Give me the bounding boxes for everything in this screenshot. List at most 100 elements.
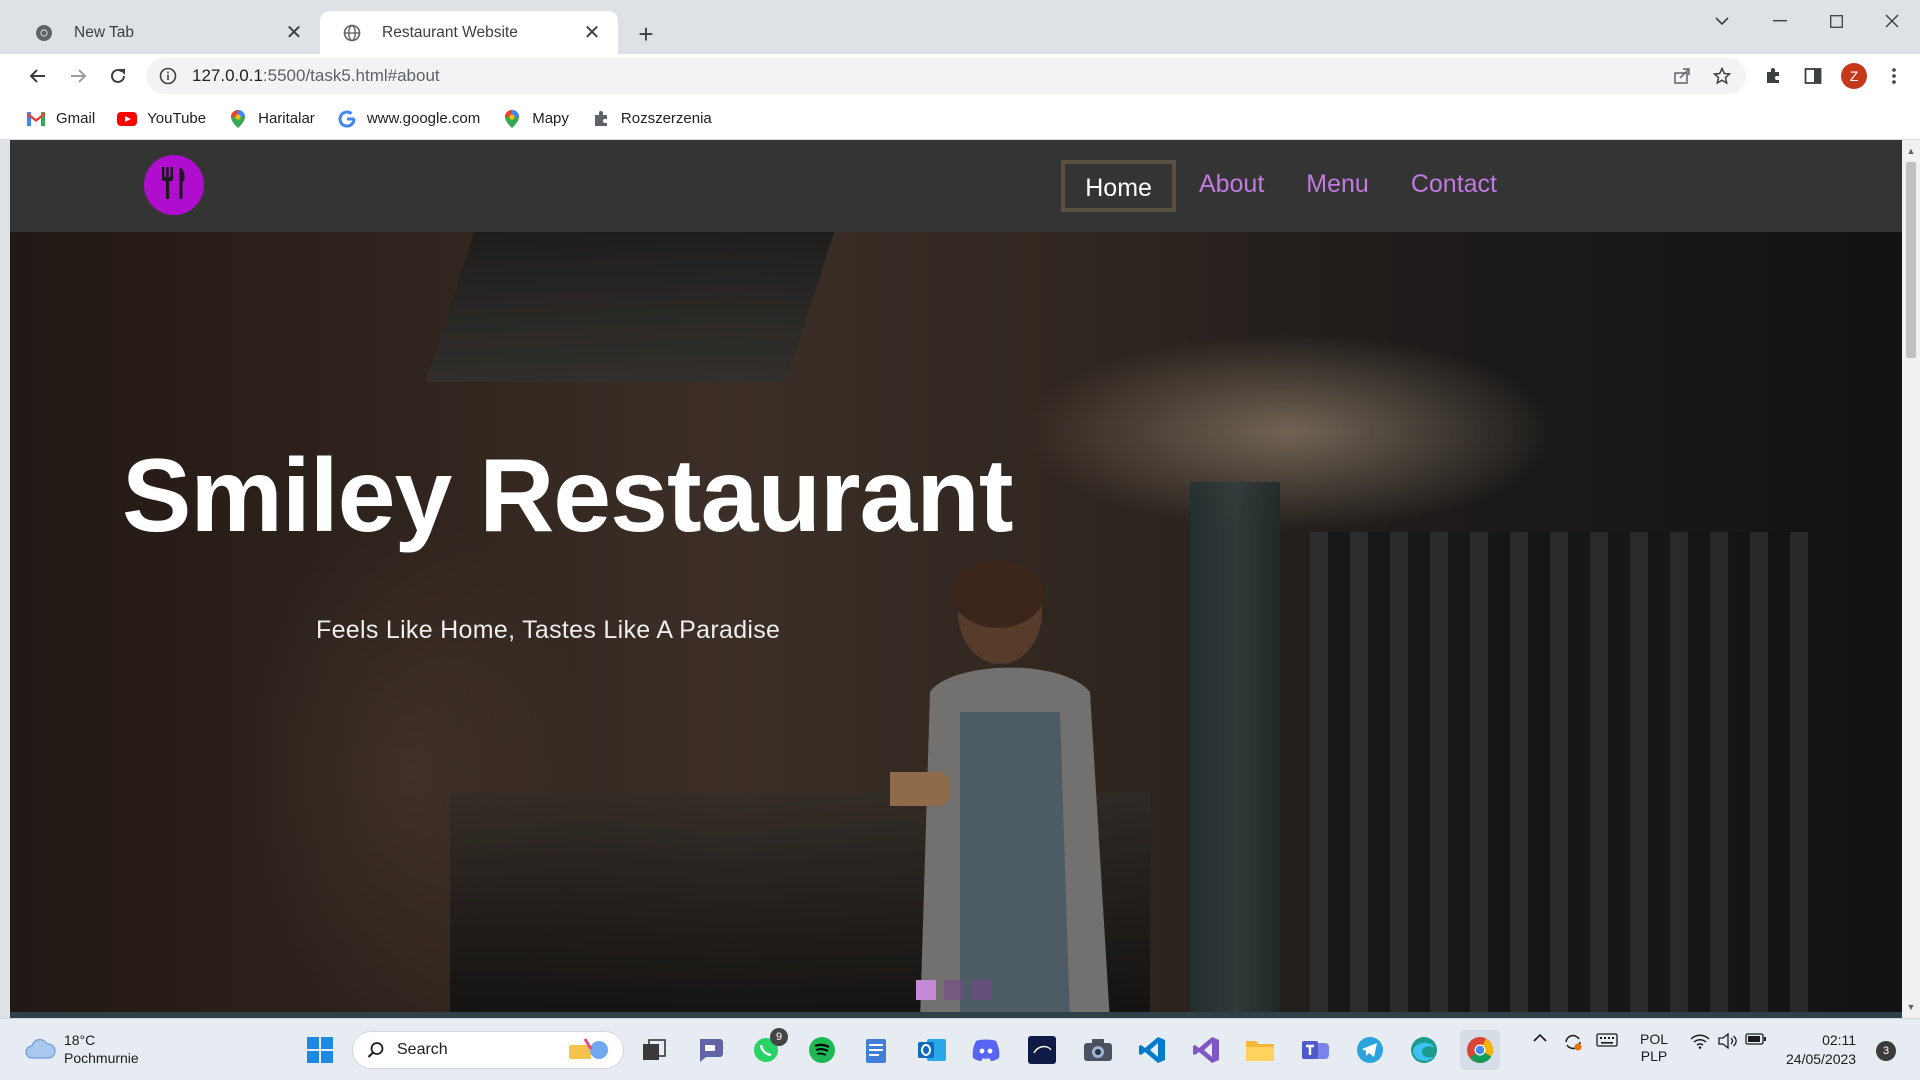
windows-start-icon[interactable] [300,1030,340,1070]
close-window-button[interactable] [1872,6,1912,36]
scroll-up-icon[interactable]: ▲ [1902,142,1920,160]
scroll-down-icon[interactable]: ▼ [1902,998,1920,1016]
teams-chat-icon[interactable] [690,1030,730,1070]
clock-date: 24/05/2023 [1786,1051,1857,1067]
tab-new-tab[interactable]: New Tab ✕ [12,11,320,54]
back-button[interactable] [22,60,54,92]
chrome-menu-icon[interactable] [1878,60,1910,92]
nav-menu[interactable]: Menu [1285,160,1390,212]
file-explorer-icon[interactable] [1240,1030,1280,1070]
edge-icon[interactable] [1404,1030,1444,1070]
search-highlight-icon [565,1035,611,1065]
weather-temperature: 18°C [64,1032,96,1048]
gmail-icon [26,109,46,129]
input-language[interactable]: POL PLP [1634,1031,1674,1065]
tab-title: New Tab [74,23,135,41]
hero-overlay [10,232,1902,1018]
chrome-taskbar-icon[interactable] [1460,1030,1500,1070]
show-hidden-icons-icon[interactable] [1530,1033,1550,1043]
side-panel-icon[interactable] [1797,60,1829,92]
extensions-puzzle-icon[interactable] [1757,60,1789,92]
nav-about[interactable]: About [1178,160,1285,212]
forward-button[interactable] [62,60,94,92]
youtube-icon [117,109,138,129]
teams-icon[interactable] [1296,1030,1336,1070]
site-nav: Home About Menu Contact [1061,160,1518,212]
discord-icon[interactable] [966,1030,1006,1070]
camera-icon[interactable] [1078,1030,1118,1070]
close-tab-icon[interactable]: ✕ [580,21,604,45]
chrome-icon [34,23,54,43]
language-code: POL [1639,1031,1668,1047]
url-path: :5500/task5.html#about [262,66,440,85]
scroll-thumb[interactable] [1906,162,1916,358]
bookmark-gmail[interactable]: Gmail [26,109,95,129]
carousel-dot-1[interactable] [916,980,936,1000]
reload-button[interactable] [102,60,134,92]
maps-pin-icon [228,109,248,129]
nav-home[interactable]: Home [1061,160,1176,212]
hero-subtitle: Feels Like Home, Tastes Like A Paradise [316,616,781,644]
tab-search-chevron-icon[interactable] [1702,6,1742,36]
tab-strip: New Tab ✕ Restaurant Website ✕ + [0,0,1920,54]
battery-icon[interactable] [1744,1033,1768,1045]
visual-studio-icon[interactable] [1186,1030,1226,1070]
wifi-icon[interactable] [1688,1033,1712,1049]
restaurant-logo[interactable] [144,155,204,215]
hero-section: Smiley Restaurant Feels Like Home, Taste… [10,232,1902,1018]
bookmark-google[interactable]: www.google.com [337,109,480,129]
close-tab-icon[interactable]: ✕ [282,21,306,45]
taskbar-search[interactable]: Search [352,1031,624,1069]
maps-pin-icon [502,109,522,129]
globe-icon [342,23,362,43]
volume-icon[interactable] [1716,1033,1740,1049]
address-bar[interactable]: 127.0.0.1:5500/task5.html#about [146,58,1746,94]
puzzle-icon [591,109,611,129]
search-icon [367,1041,385,1059]
task-view-icon[interactable] [634,1030,674,1070]
keyboard-layout: PLP [1640,1048,1668,1064]
fork-knife-icon [159,165,189,206]
share-icon[interactable] [1664,58,1700,94]
sync-icon[interactable] [1560,1033,1586,1051]
bookmark-mapy[interactable]: Mapy [502,109,569,129]
weather-widget[interactable]: 18°C Pochmurnie [24,1031,139,1067]
outlook-icon[interactable] [912,1030,952,1070]
notepad-icon[interactable] [856,1030,896,1070]
tab-restaurant-website[interactable]: Restaurant Website ✕ [320,11,618,54]
site-header: Home About Menu Contact [10,140,1902,232]
bookmark-label: Haritalar [258,110,315,127]
bookmark-rozszerzenia[interactable]: Rozszerzenia [591,109,712,129]
site-info-icon[interactable] [158,66,178,86]
bookmarks-bar: Gmail YouTube Haritalar www.google.com M… [0,98,1920,140]
cloud-icon [24,1038,56,1060]
clock-time: 02:11 [1822,1032,1857,1048]
bookmark-youtube[interactable]: YouTube [117,109,206,129]
hero-title: Smiley Restaurant [122,438,1013,554]
carousel-dot-2[interactable] [944,980,964,1000]
page-scrollbar[interactable]: ▲ ▼ [1902,140,1920,1018]
bookmark-haritalar[interactable]: Haritalar [228,109,315,129]
minimize-button[interactable] [1760,6,1800,36]
whatsapp-icon[interactable]: 9 [746,1028,788,1070]
browser-toolbar: 127.0.0.1:5500/task5.html#about Z [0,54,1920,98]
weather-condition: Pochmurnie [64,1050,139,1066]
carousel-dot-3[interactable] [972,980,992,1000]
bookmark-star-icon[interactable] [1704,58,1740,94]
system-clock[interactable]: 02:11 24/05/2023 [1786,1031,1856,1069]
bookmark-label: YouTube [147,110,207,127]
nav-contact[interactable]: Contact [1390,160,1518,212]
whatsapp-badge: 9 [770,1028,788,1046]
bookmark-label: Gmail [56,110,96,127]
notification-count-badge[interactable]: 3 [1876,1041,1896,1061]
maximize-button[interactable] [1816,6,1856,36]
spotify-icon[interactable] [802,1030,842,1070]
vscode-icon[interactable] [1132,1030,1172,1070]
profile-avatar[interactable]: Z [1838,60,1870,92]
bookmark-label: Rozszerzenia [620,110,712,127]
disney-plus-icon[interactable] [1022,1030,1062,1070]
keyboard-icon[interactable] [1594,1033,1620,1047]
new-tab-button[interactable]: + [630,18,662,50]
bookmark-label: Mapy [532,110,569,127]
telegram-icon[interactable] [1350,1030,1390,1070]
